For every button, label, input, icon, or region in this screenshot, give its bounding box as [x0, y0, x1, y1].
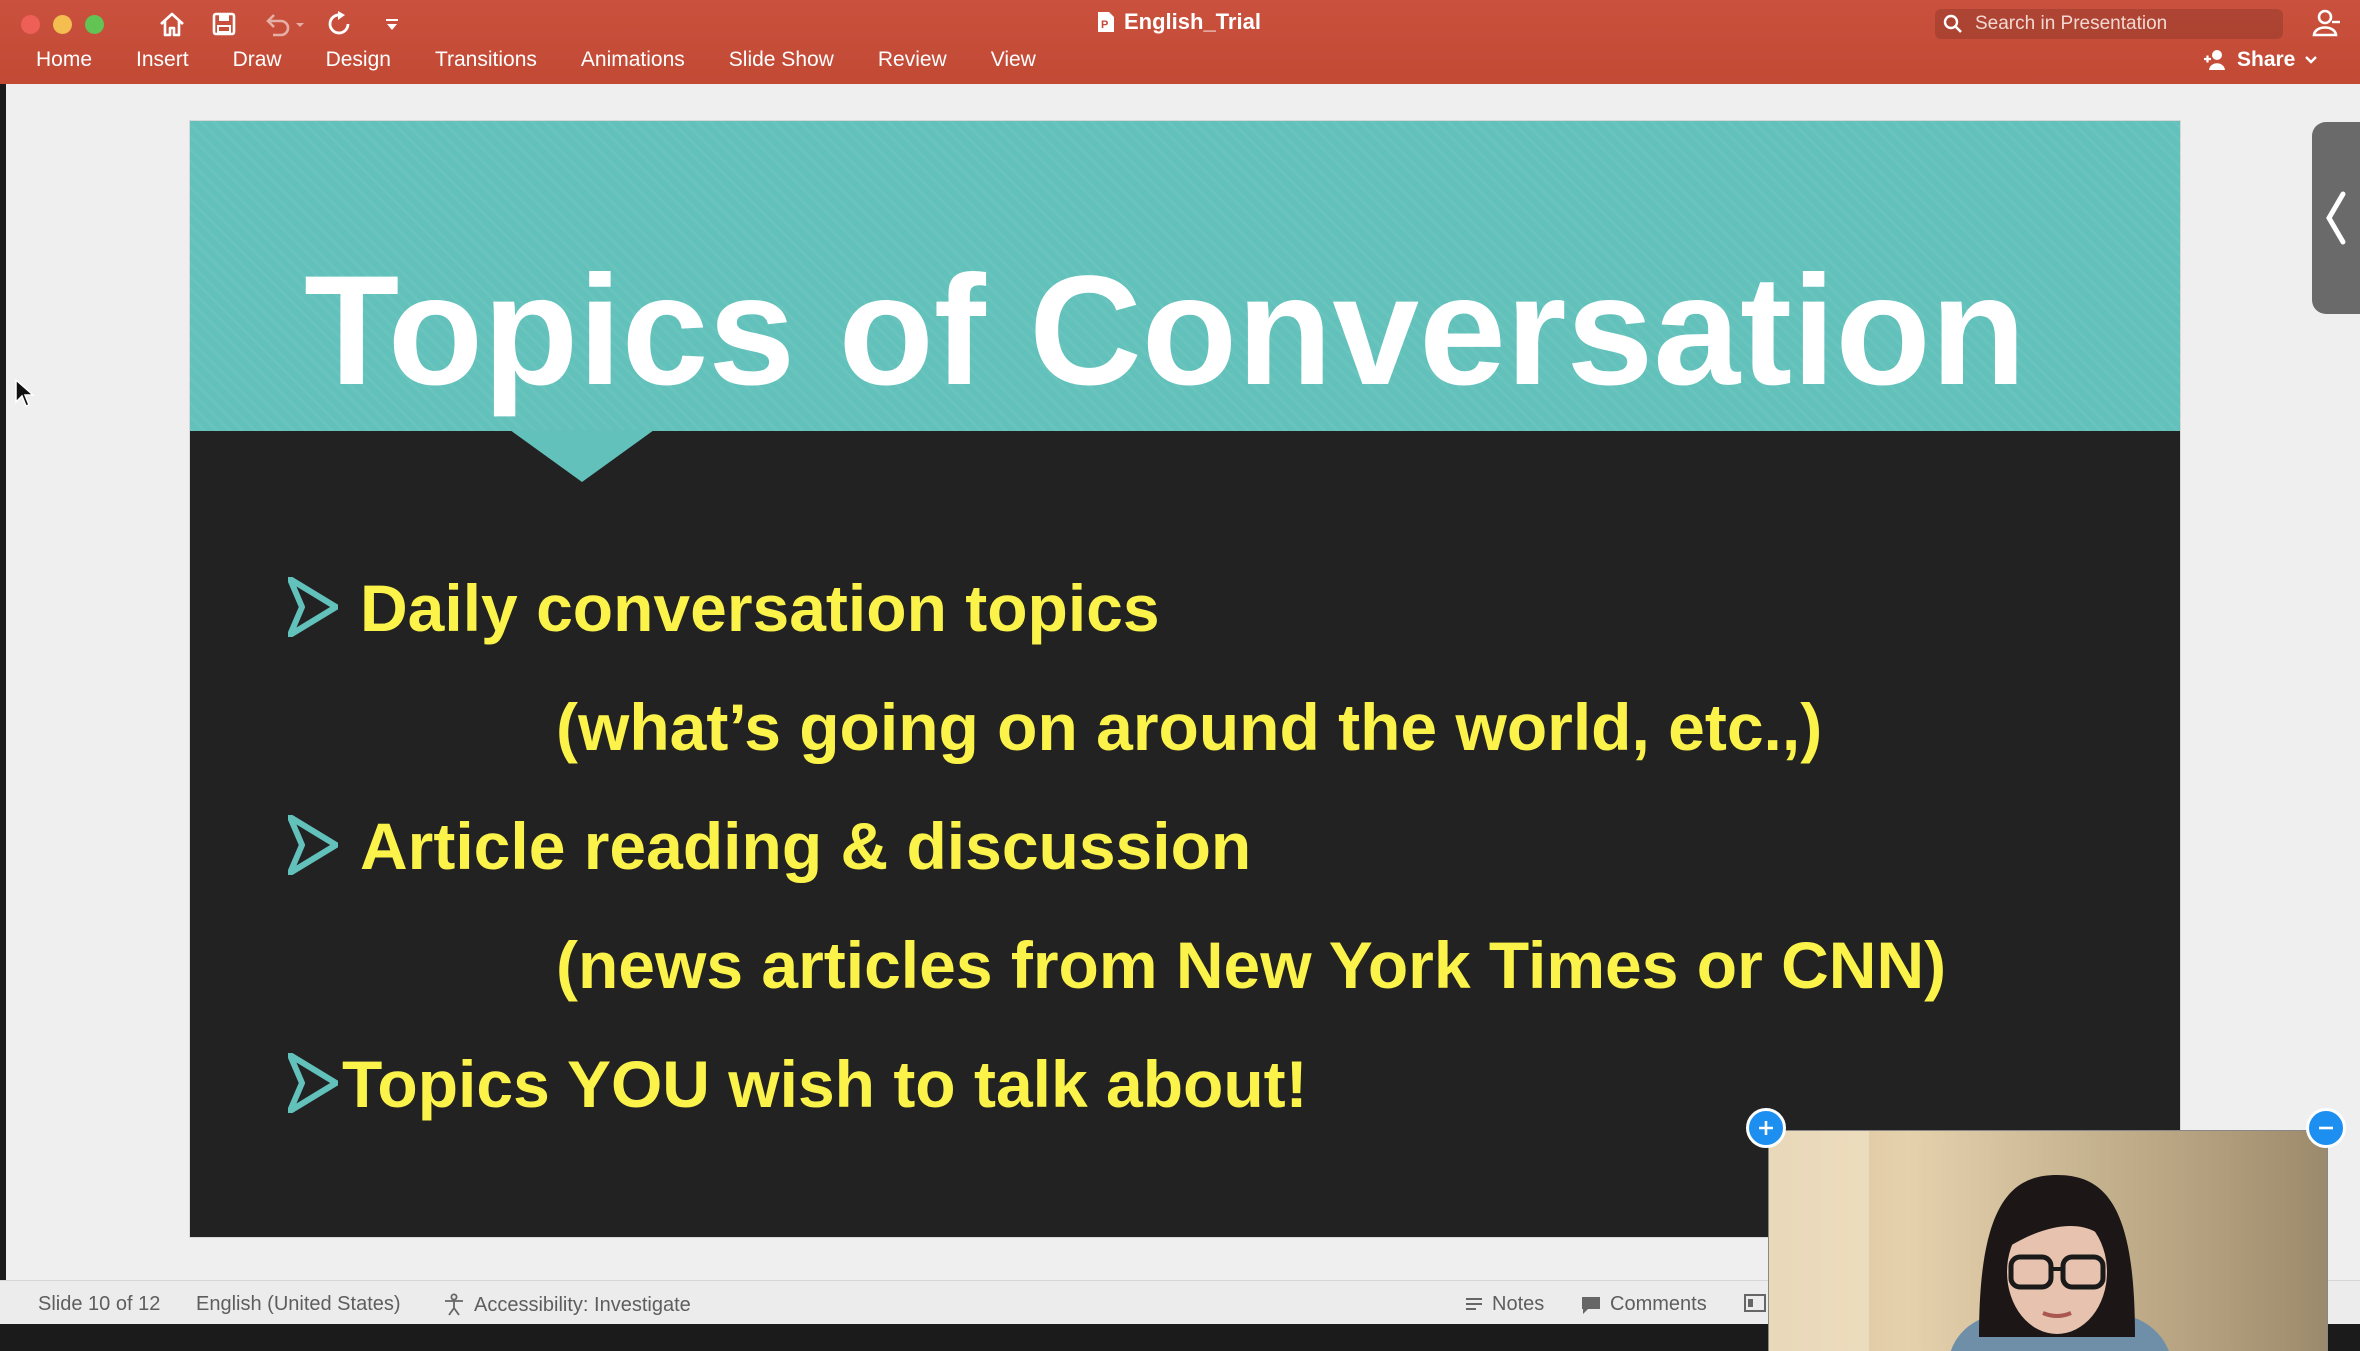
minus-icon [2319, 1126, 2333, 1130]
home-icon [160, 12, 184, 37]
document-title-text: English_Trial [1124, 9, 1261, 34]
minimize-window-button[interactable] [53, 15, 72, 34]
zoom-in-video-button[interactable] [1746, 1108, 1786, 1148]
notes-icon [1466, 1297, 1482, 1310]
tab-home[interactable]: Home [36, 48, 92, 72]
mouse-cursor-icon [15, 378, 35, 407]
window-controls [21, 15, 104, 34]
slide-indicator: Slide 10 of 12 [38, 1293, 161, 1315]
video-background [1769, 1131, 1869, 1351]
tab-view[interactable]: View [991, 48, 1036, 72]
chevron-down-icon [2305, 56, 2318, 64]
document-title: P English_Trial [1096, 9, 1261, 35]
bullet-arrow-icon [288, 1053, 338, 1113]
bullet-item[interactable]: Article reading & discussion [360, 806, 1251, 886]
customize-toolbar-icon [386, 19, 398, 30]
search-icon [1943, 14, 1963, 34]
tab-slide-show[interactable]: Slide Show [729, 48, 834, 72]
normal-view-button[interactable] [1744, 1293, 1766, 1313]
language-indicator[interactable]: English (United States) [196, 1293, 401, 1316]
normal-view-icon [1744, 1294, 1766, 1312]
panel-toggle-icon [2326, 191, 2346, 245]
zoom-out-video-button[interactable] [2306, 1108, 2346, 1148]
account-button[interactable] [2312, 8, 2342, 43]
bullet-arrow-icon [288, 815, 338, 875]
comments-label: Comments [1610, 1293, 1707, 1315]
notes-label: Notes [1492, 1293, 1545, 1315]
redo-icon [328, 11, 350, 35]
zoom-window-button[interactable] [85, 15, 104, 34]
tab-design[interactable]: Design [326, 48, 391, 72]
tab-review[interactable]: Review [878, 48, 947, 72]
home-button[interactable] [154, 6, 190, 42]
svg-text:P: P [1101, 19, 1108, 31]
share-person-icon [2204, 50, 2225, 70]
tab-transitions[interactable]: Transitions [435, 48, 537, 72]
participant-video [1950, 1175, 2169, 1351]
powerpoint-window: P English_Trial Search in Presentation H… [0, 0, 2360, 1351]
notes-button[interactable]: Notes [1464, 1293, 1544, 1316]
plus-icon [1759, 1121, 1773, 1135]
redo-button[interactable] [322, 6, 358, 42]
bullet-item[interactable]: Daily conversation topics [360, 568, 1160, 648]
tab-draw[interactable]: Draw [233, 48, 282, 72]
customize-toolbar-button[interactable] [380, 6, 404, 42]
share-button[interactable]: Share [2203, 48, 2319, 72]
search-placeholder: Search in Presentation [1975, 13, 2168, 34]
tab-animations[interactable]: Animations [581, 48, 685, 72]
account-icon [2312, 9, 2340, 37]
tab-insert[interactable]: Insert [136, 48, 189, 72]
close-window-button[interactable] [21, 15, 40, 34]
video-call-overlay[interactable] [1768, 1130, 2328, 1351]
save-icon [212, 12, 236, 36]
accessibility-label: Accessibility: Investigate [474, 1293, 691, 1316]
share-label: Share [2237, 48, 2296, 71]
bullet-item[interactable]: Topics YOU wish to talk about! [342, 1044, 1308, 1124]
title-bar: P English_Trial Search in Presentation H… [0, 0, 2360, 84]
comments-button[interactable]: Comments [1580, 1293, 1707, 1316]
bullet-subtext[interactable]: (news articles from New York Times or CN… [556, 925, 1946, 1005]
accessibility-button[interactable]: Accessibility: Investigate [442, 1293, 691, 1317]
search-input[interactable]: Search in Presentation [1935, 9, 2283, 39]
bullet-arrow-icon [288, 577, 338, 637]
undo-icon [266, 14, 304, 37]
accessibility-icon [445, 1293, 463, 1316]
slide-header-notch [510, 430, 654, 482]
ribbon-tabs: Home Insert Draw Design Transitions Anim… [36, 48, 1080, 72]
side-panel-toggle[interactable] [2312, 122, 2360, 314]
slide-title[interactable]: Topics of Conversation [190, 251, 2180, 411]
save-button[interactable] [206, 6, 242, 42]
bullet-subtext[interactable]: (what’s going on around the world, etc.,… [556, 687, 1822, 767]
document-icon: P [1098, 12, 1114, 32]
slide[interactable]: Topics of Conversation Daily conversatio… [190, 121, 2180, 1237]
comment-icon [1582, 1296, 1600, 1314]
undo-button[interactable] [258, 6, 308, 42]
